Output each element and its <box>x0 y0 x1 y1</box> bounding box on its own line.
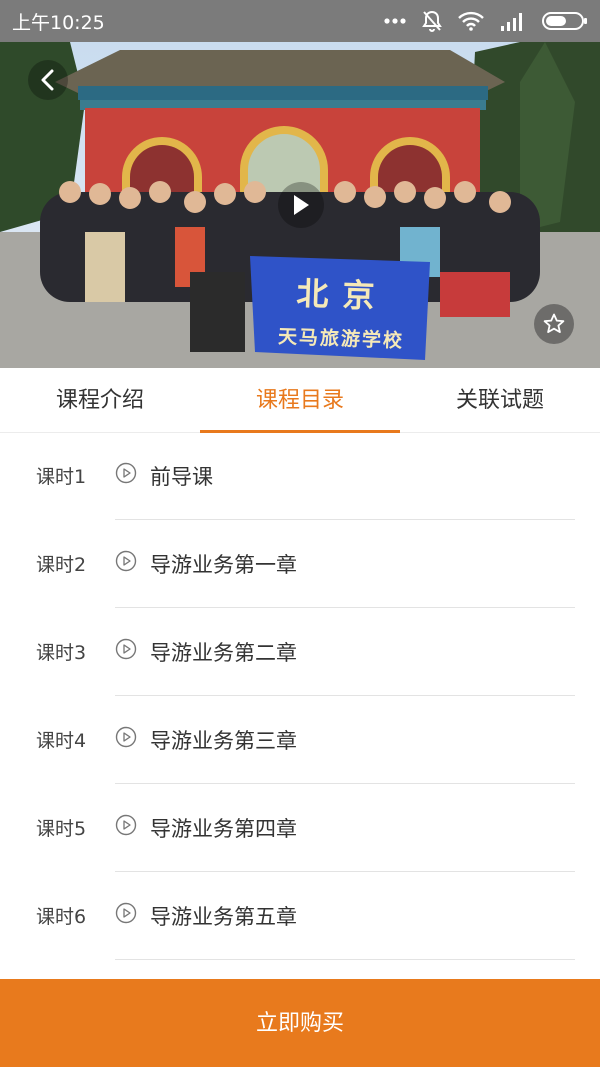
status-icons <box>384 9 588 33</box>
wifi-icon <box>458 11 484 31</box>
lesson-list: 课时1 前导课 课时2 导游业务第一章 课时3 导游业务第二章 课时4 导游业务… <box>0 432 600 960</box>
tab-course-intro[interactable]: 课程介绍 <box>0 368 200 432</box>
star-icon <box>543 313 565 333</box>
play-circle-icon <box>115 638 137 660</box>
course-video-cover[interactable]: 北京 天马旅游学校 <box>0 42 600 368</box>
lesson-number: 课时4 <box>36 730 87 752</box>
status-bar: 上午10:25 <box>0 0 600 42</box>
lesson-item[interactable]: 课时5 导游业务第四章 <box>0 784 600 872</box>
lesson-item[interactable]: 课时1 前导课 <box>0 432 600 520</box>
play-circle-icon <box>115 814 137 836</box>
banner-text-line1: 北京 <box>295 274 390 316</box>
lesson-item[interactable]: 课时6 导游业务第五章 <box>0 872 600 960</box>
mute-bell-icon <box>422 10 442 32</box>
play-circle-icon <box>115 550 137 572</box>
tab-related-questions[interactable]: 关联试题 <box>400 368 600 432</box>
tab-course-catalog[interactable]: 课程目录 <box>200 368 400 433</box>
back-button[interactable] <box>28 60 68 100</box>
play-icon <box>294 195 309 215</box>
lesson-number: 课时3 <box>36 642 87 664</box>
lesson-item[interactable]: 课时4 导游业务第三章 <box>0 696 600 784</box>
lesson-title: 导游业务第三章 <box>150 729 297 753</box>
more-dots-icon <box>384 18 406 24</box>
lesson-title: 导游业务第四章 <box>150 817 297 841</box>
play-circle-icon <box>115 902 137 924</box>
lesson-title: 导游业务第一章 <box>150 553 297 577</box>
signal-icon <box>501 13 522 31</box>
lesson-number: 课时2 <box>36 554 87 576</box>
play-circle-icon <box>115 726 137 748</box>
lesson-item[interactable]: 课时2 导游业务第一章 <box>0 520 600 608</box>
play-video-button[interactable] <box>278 182 324 228</box>
favorite-button[interactable] <box>534 304 574 344</box>
lesson-number: 课时6 <box>36 906 87 928</box>
status-time: 上午10:25 <box>12 12 105 34</box>
back-arrow-icon <box>41 69 54 91</box>
lesson-title: 前导课 <box>150 465 213 489</box>
course-tabs: 课程介绍 课程目录 关联试题 <box>0 368 600 433</box>
buy-now-button[interactable]: 立即购买 <box>0 979 600 1067</box>
banner-text: 北京 天马旅游学校 <box>261 267 424 354</box>
divider <box>115 959 575 960</box>
battery-icon <box>542 12 587 30</box>
play-circle-icon <box>115 462 137 484</box>
banner-text-line2: 天马旅游学校 <box>277 325 405 353</box>
lesson-title: 导游业务第五章 <box>150 905 297 929</box>
lesson-number: 课时1 <box>36 466 87 488</box>
lesson-item[interactable]: 课时3 导游业务第二章 <box>0 608 600 696</box>
lesson-title: 导游业务第二章 <box>150 641 297 665</box>
lesson-number: 课时5 <box>36 818 87 840</box>
